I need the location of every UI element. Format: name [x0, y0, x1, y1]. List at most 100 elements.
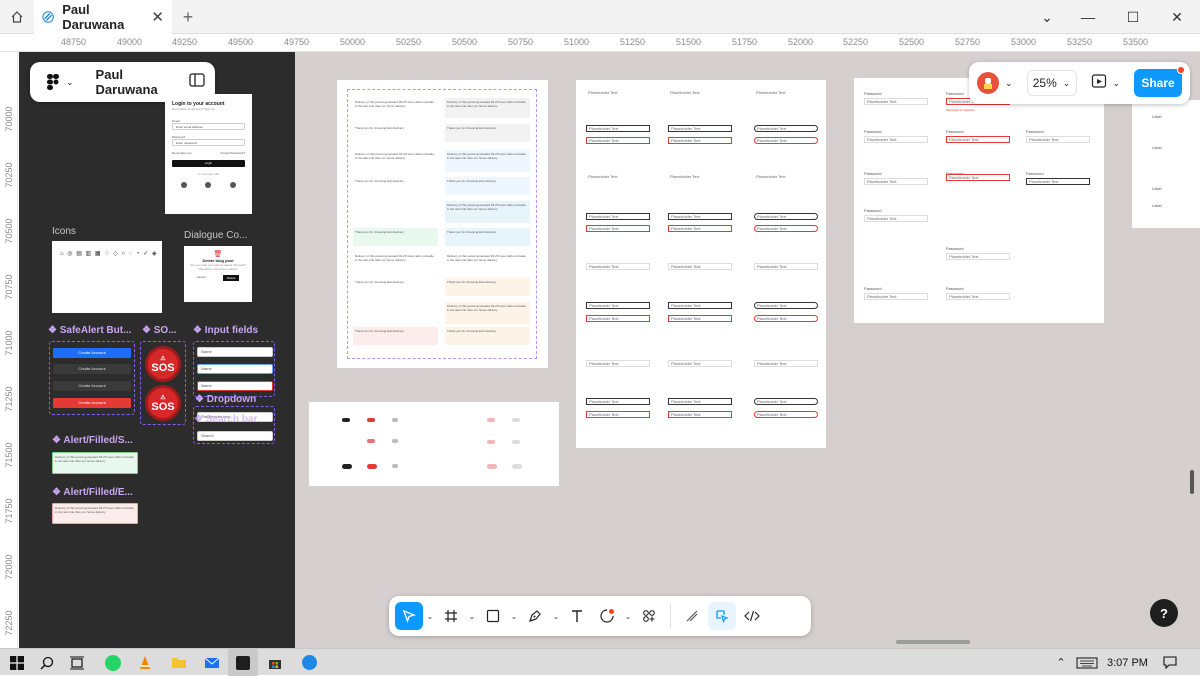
dropdown-item[interactable]: Placeholder Text [754, 315, 818, 322]
toggle-switch[interactable] [392, 464, 398, 468]
password-field[interactable]: Placeholder Text [864, 215, 928, 222]
frame-label-safealert[interactable]: ❖ SafeAlert But... [48, 325, 131, 336]
email-field[interactable]: Enter email address [172, 123, 245, 130]
sos-button[interactable]: ⚠ SOS [145, 346, 181, 382]
help-button[interactable]: ? [1150, 599, 1178, 627]
dropdown-item[interactable]: Placeholder Text [668, 213, 732, 220]
file-name[interactable]: Paul Daruwana [96, 67, 181, 97]
password-field[interactable]: Placeholder Text [946, 293, 1010, 300]
login-button[interactable]: Login [172, 160, 245, 167]
dialogue-frame[interactable]: 🗑 Delete blog post Are you sure you want… [184, 246, 252, 302]
password-field[interactable]: Placeholder Text [946, 136, 1010, 143]
actions-icon[interactable] [635, 602, 663, 630]
store-icon[interactable] [260, 649, 290, 676]
password-field[interactable]: Enter password [172, 139, 245, 146]
radio-label[interactable]: Label [1152, 145, 1162, 150]
dropdown-item[interactable]: Placeholder Text [668, 398, 732, 405]
frame-label-sos[interactable]: ❖ SO... [142, 325, 177, 336]
dropdown-item[interactable]: Placeholder Text [754, 137, 818, 144]
frame-label-alert-success[interactable]: ❖ Alert/Filled/S... [52, 435, 133, 446]
text-tool[interactable] [563, 602, 591, 630]
dropdown-item[interactable]: Placeholder Text [586, 315, 650, 322]
dropdown-item[interactable]: Placeholder Text [586, 125, 650, 132]
password-field[interactable]: Placeholder Text [864, 98, 928, 105]
twitter-icon[interactable] [205, 182, 212, 188]
present-icon[interactable] [1091, 73, 1107, 94]
password-field[interactable]: Placeholder Text [1026, 178, 1090, 185]
frame-label-alert-error[interactable]: ❖ Alert/Filled/E... [52, 487, 133, 498]
move-tool[interactable] [395, 602, 423, 630]
dropdown-item[interactable]: Placeholder Text [586, 225, 650, 232]
create-account-button[interactable]: Create Account [53, 381, 131, 391]
maximize-button[interactable]: ☐ [1110, 0, 1156, 34]
frame-label-searchbar[interactable]: ❖ Search bar [194, 414, 257, 425]
input-fields-frame[interactable]: Name Name Name [193, 341, 275, 397]
dropdown-item[interactable]: Placeholder Text [754, 90, 818, 97]
dropdowns-frame[interactable]: Placeholder Text Placeholder Text Placeh… [576, 80, 826, 448]
radio-label[interactable]: Label [1152, 114, 1162, 119]
pen-tool[interactable] [521, 602, 549, 630]
zoom-control[interactable]: 25% ⌄ [1026, 70, 1077, 96]
dropdown-item[interactable]: Placeholder Text [586, 360, 650, 367]
tab-paul-daruwana[interactable]: Paul Daruwana ✕ [34, 0, 172, 34]
dropdown-frame[interactable]: Placeholder text Search [193, 406, 275, 444]
forgot-link[interactable]: Forgot Password? [221, 151, 245, 155]
frame-label-inputs[interactable]: ❖ Input fields [193, 325, 258, 336]
dropdown-item[interactable]: Placeholder Text [754, 360, 818, 367]
clock[interactable]: 3:07 PM [1107, 649, 1148, 676]
chevron-down-icon[interactable]: ⌄ [1113, 78, 1121, 89]
dropdown-item[interactable]: Placeholder Text [586, 411, 650, 418]
sidebar-toggle-icon[interactable] [189, 72, 205, 92]
chevron-down-icon[interactable]: ⌄ [551, 612, 561, 621]
search-input[interactable]: Search [197, 431, 273, 441]
home-icon[interactable] [0, 0, 34, 34]
figma-logo-icon[interactable] [40, 69, 66, 95]
dropdown-item[interactable]: Placeholder Text [754, 213, 818, 220]
dropdown-item[interactable]: Placeholder Text [586, 302, 650, 309]
apple-icon[interactable] [229, 182, 236, 188]
remember-checkbox[interactable]: Remember me [172, 151, 192, 155]
dropdown-item[interactable]: Placeholder Text [586, 213, 650, 220]
dropdown-item[interactable]: Placeholder Text [668, 90, 732, 97]
create-account-button[interactable]: Create Account [53, 398, 131, 408]
cancel-button[interactable]: Cancel [196, 275, 205, 281]
dropdown-item[interactable]: Placeholder Text [668, 137, 732, 144]
toggle-switch[interactable] [342, 464, 352, 469]
horizontal-scrollbar[interactable] [896, 640, 970, 644]
dropdown-item[interactable]: Placeholder Text [754, 263, 818, 270]
dropdown-item[interactable]: Placeholder Text [668, 360, 732, 367]
radio-label[interactable]: Label [1152, 186, 1162, 191]
close-window-button[interactable]: ✕ [1154, 0, 1200, 34]
figma-taskbar-icon[interactable] [228, 649, 258, 676]
chevron-down-icon[interactable]: ⌄ [509, 612, 519, 621]
dev-mode-icon[interactable] [738, 602, 766, 630]
rectangle-tool[interactable] [479, 602, 507, 630]
dropdown-item[interactable]: Placeholder Text [586, 174, 650, 181]
search-icon[interactable] [32, 649, 62, 676]
whatsapp-icon[interactable] [98, 649, 128, 676]
avatar[interactable] [977, 72, 999, 94]
name-input[interactable]: Name [197, 347, 273, 357]
chevron-down-icon[interactable]: ⌄ [1024, 0, 1070, 34]
dropdown-item[interactable]: Placeholder Text [668, 411, 732, 418]
sos-frame[interactable]: ⚠ SOS ⚠ SOS [140, 341, 186, 425]
dropdown-item[interactable]: Placeholder Text [754, 225, 818, 232]
frame-label-icons[interactable]: Icons [52, 226, 76, 237]
share-button[interactable]: Share [1134, 66, 1185, 97]
draw-mode-icon[interactable] [678, 602, 706, 630]
name-input[interactable]: Name [197, 364, 273, 374]
radio-label[interactable]: Label [1152, 203, 1162, 208]
task-view-icon[interactable] [62, 649, 92, 676]
password-field[interactable]: Placeholder Text [864, 136, 928, 143]
frame-label-dropdown[interactable]: ❖ Dropdown [195, 394, 256, 405]
comment-tool[interactable] [593, 602, 621, 630]
frame-label-dialogue[interactable]: Dialogue Co... [184, 230, 247, 241]
password-field[interactable]: Placeholder Text [946, 253, 1010, 260]
password-field[interactable]: Placeholder Text [946, 174, 1010, 181]
dropdown-item[interactable]: Placeholder Text [754, 174, 818, 181]
chevron-down-icon[interactable]: ⌄ [623, 612, 633, 621]
dropdown-item[interactable]: Placeholder Text [586, 90, 650, 97]
alerts-frame[interactable]: Delivery of this parcel generated 93.2% … [337, 80, 548, 368]
safealert-buttons[interactable]: Create Account Create Account Create Acc… [49, 341, 135, 415]
radio-frame[interactable]: Label Label Label Label [1132, 100, 1200, 228]
